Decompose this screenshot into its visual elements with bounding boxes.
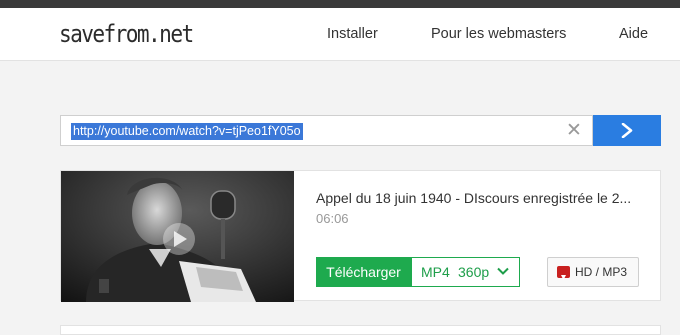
submit-button[interactable]	[593, 115, 661, 146]
format-label: MP4	[421, 264, 450, 280]
url-input[interactable]: http://youtube.com/watch?v=tjPeo1fY05o	[71, 123, 303, 140]
site-header: savefrom.net Installer Pour les webmaste…	[0, 8, 680, 61]
video-duration: 06:06	[316, 211, 349, 226]
download-icon	[557, 266, 570, 280]
download-button[interactable]: Télécharger	[316, 257, 411, 287]
nav-installer[interactable]: Installer	[327, 26, 378, 42]
nav-webmasters[interactable]: Pour les webmasters	[431, 26, 566, 42]
video-title: Appel du 18 juin 1940 - DIscours enregis…	[316, 190, 632, 206]
chevron-down-icon	[497, 267, 509, 275]
site-logo[interactable]: savefrom.net	[59, 20, 194, 48]
arrow-right-icon	[621, 123, 633, 138]
resolution-label: 360p	[458, 264, 490, 280]
browser-top-strip	[0, 0, 680, 8]
url-search-box: http://youtube.com/watch?v=tjPeo1fY05o ✕	[60, 115, 593, 146]
hd-mp3-label: HD / MP3	[575, 265, 628, 279]
nav-aide[interactable]: Aide	[619, 26, 648, 42]
video-result-card: Appel du 18 juin 1940 - DIscours enregis…	[60, 170, 661, 302]
thumbnail-image	[61, 171, 294, 302]
next-result-card	[60, 325, 661, 335]
clear-icon[interactable]: ✕	[564, 121, 584, 141]
format-select[interactable]: MP4 360p	[411, 257, 520, 287]
hd-mp3-button[interactable]: HD / MP3	[547, 257, 639, 287]
video-thumbnail[interactable]	[61, 171, 294, 302]
